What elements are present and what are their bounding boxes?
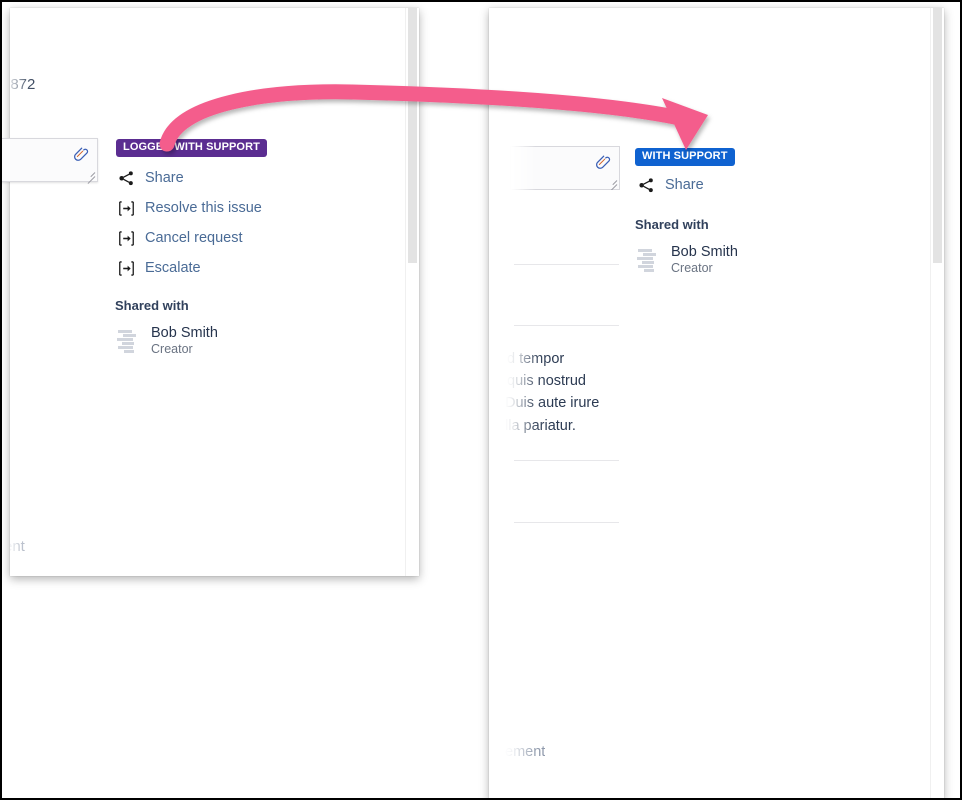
after-body-line: lla pariatur. — [505, 418, 576, 434]
paperclip-icon[interactable] — [594, 154, 611, 171]
user-avatar — [635, 247, 661, 273]
after-body-line: Duis aute irure — [505, 395, 600, 411]
person-name: Bob Smith — [151, 325, 218, 341]
after-comment-textarea[interactable] — [510, 146, 620, 192]
transition-arrow-icon — [115, 197, 137, 219]
shared-with-title: Shared with — [635, 217, 709, 232]
shared-person-row[interactable]: Bob Smith Creator — [115, 325, 218, 357]
screenshot-frame: 2872 ent LOGGED WITH SUPPORT — [0, 0, 962, 800]
shared-with-title: Shared with — [115, 298, 189, 313]
action-label: Resolve this issue — [145, 200, 262, 216]
shared-person-info: Bob Smith Creator — [671, 244, 738, 276]
shared-person-info: Bob Smith Creator — [151, 325, 218, 357]
after-card-scrollbar[interactable] — [930, 8, 944, 798]
action-label: Cancel request — [145, 230, 243, 246]
section-divider — [514, 460, 619, 461]
before-state-card: 2872 ent — [10, 8, 419, 576]
person-name: Bob Smith — [671, 244, 738, 260]
before-scrollbar-thumb[interactable] — [408, 8, 417, 263]
section-divider — [514, 264, 619, 265]
status-badge-before: LOGGED WITH SUPPORT — [116, 139, 267, 157]
action-label: Escalate — [145, 260, 201, 276]
action-share[interactable]: Share — [635, 170, 704, 200]
before-bottom-fragment: ent — [10, 538, 25, 555]
after-action-list: Share — [635, 170, 704, 200]
action-share[interactable]: Share — [115, 163, 262, 193]
share-nodes-icon — [635, 174, 657, 196]
section-divider — [514, 522, 619, 523]
transition-arrow-icon — [115, 227, 137, 249]
before-shared-with-section: Shared with Bob Smith Creator — [115, 298, 218, 357]
person-role: Creator — [671, 260, 713, 275]
before-card-scrollbar[interactable] — [405, 8, 419, 576]
before-action-list: Share Resolve this issue Cancel request … — [115, 163, 262, 283]
user-avatar — [115, 328, 141, 354]
action-resolve-this-issue[interactable]: Resolve this issue — [115, 193, 262, 223]
action-escalate[interactable]: Escalate — [115, 253, 262, 283]
action-label: Share — [145, 170, 184, 186]
after-body-line: quis nostrud — [507, 373, 586, 389]
paperclip-icon[interactable] — [72, 146, 89, 163]
transition-arrow-icon — [115, 257, 137, 279]
resize-grip[interactable] — [84, 168, 96, 184]
before-ticket-number: 2872 — [10, 76, 36, 93]
before-card-surface: 2872 ent — [10, 8, 419, 576]
action-label: Share — [665, 177, 704, 193]
section-divider — [514, 325, 619, 326]
after-body-line: d tempor — [507, 351, 565, 367]
person-role: Creator — [151, 341, 193, 356]
shared-person-row[interactable]: Bob Smith Creator — [635, 244, 738, 276]
resize-grip[interactable] — [606, 176, 618, 192]
before-comment-textarea[interactable] — [2, 138, 98, 184]
share-nodes-icon — [115, 167, 137, 189]
after-shared-with-section: Shared with Bob Smith Creator — [635, 217, 738, 276]
action-cancel-request[interactable]: Cancel request — [115, 223, 262, 253]
after-scrollbar-thumb[interactable] — [933, 8, 942, 263]
after-bottom-fragment: ement — [505, 744, 546, 760]
status-badge-after: WITH SUPPORT — [635, 148, 735, 166]
